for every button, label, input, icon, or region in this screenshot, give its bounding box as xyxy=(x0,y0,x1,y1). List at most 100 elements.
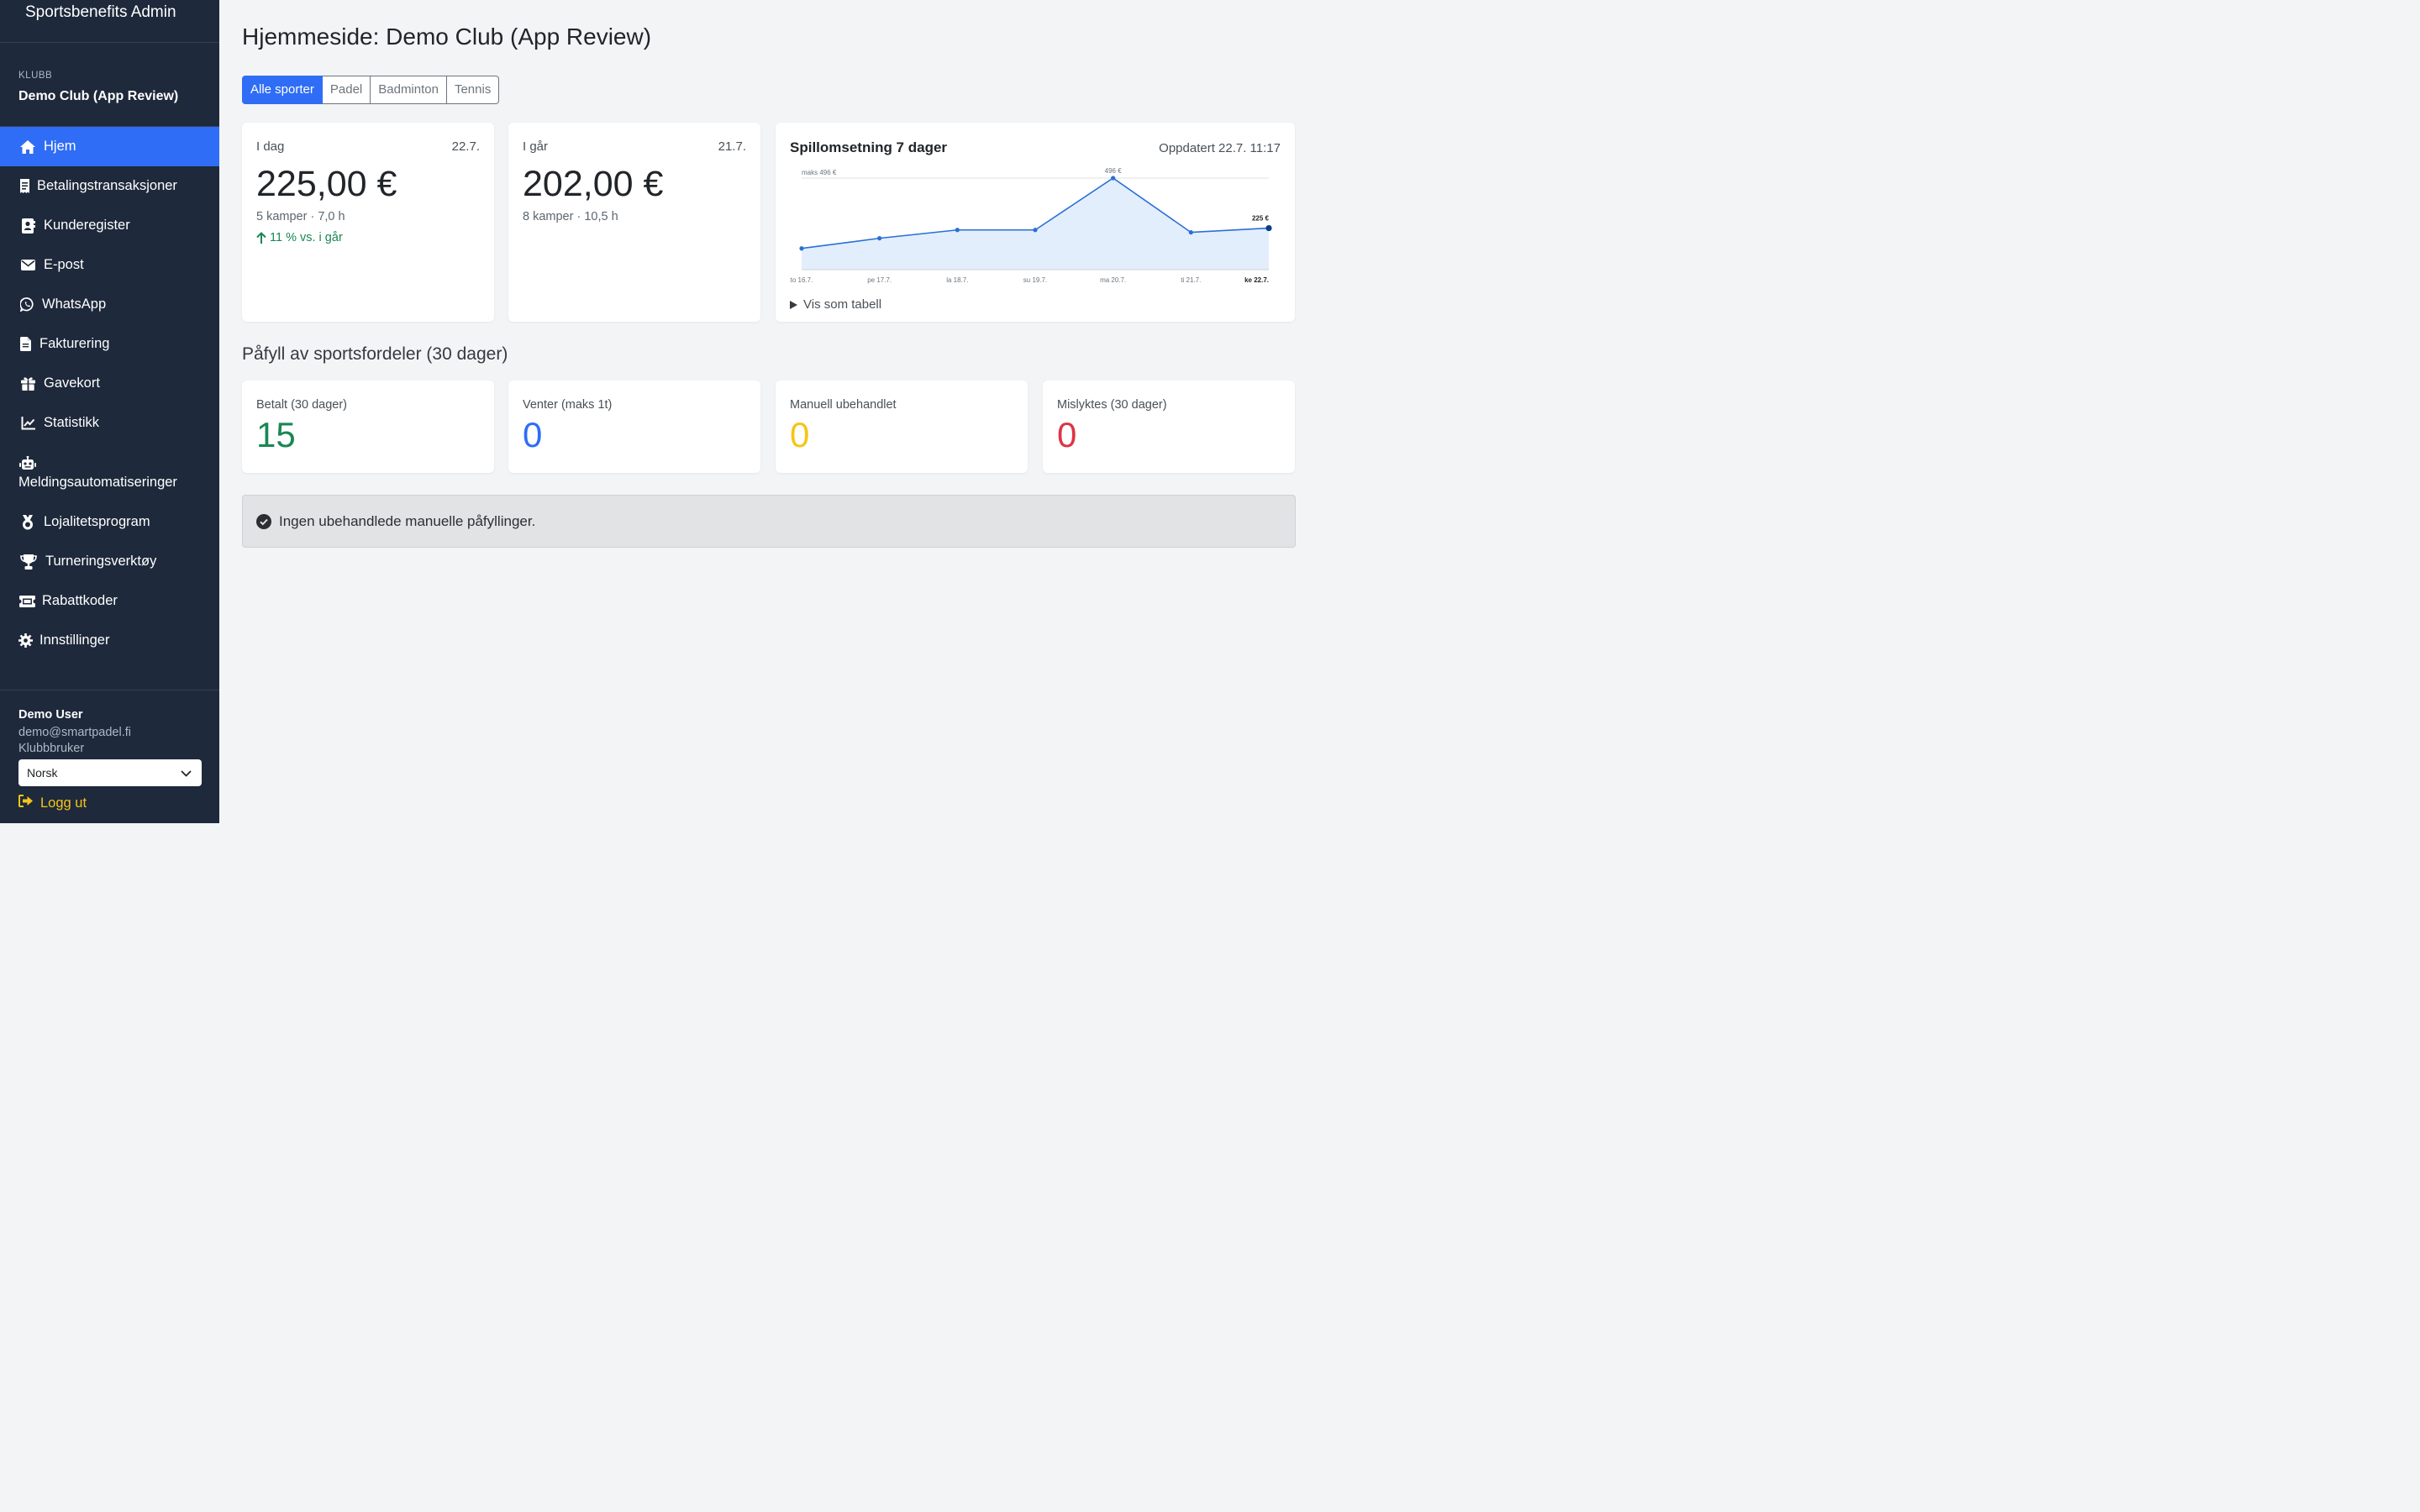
sidebar-item-hjem[interactable]: Hjem xyxy=(0,127,219,166)
stat-label: Venter (maks 1t) xyxy=(523,398,613,412)
sidebar-item-label: Fakturering xyxy=(39,336,110,351)
data-point xyxy=(955,228,960,233)
arrow-up-icon xyxy=(256,232,266,244)
x-tick-label: pe 17.7. xyxy=(867,276,892,284)
club-label: KLUBB xyxy=(18,71,53,81)
revenue-chart: maks 496 € to 16.7. pe 17.7. la 18.7. su 19.… xyxy=(791,167,1272,284)
whatsapp-icon xyxy=(18,297,35,313)
sidebar-item-label: Gavekort xyxy=(44,375,100,391)
stat-value: 0 xyxy=(790,415,810,454)
gear-icon xyxy=(18,633,33,649)
today-date: 22.7. xyxy=(451,139,480,154)
data-point xyxy=(1188,230,1193,235)
status-alert: Ingen ubehandlede manuelle påfyllinger. xyxy=(242,495,1296,548)
tab-padel[interactable]: Padel xyxy=(322,76,371,104)
sidebar-item-label: WhatsApp xyxy=(42,297,107,312)
sidebar-item-label: Hjem xyxy=(44,139,76,154)
stat-value: 15 xyxy=(256,415,296,454)
chevron-down-icon xyxy=(181,766,192,780)
sidebar-item-label: Kunderegister xyxy=(44,218,130,233)
gift-icon xyxy=(18,375,37,392)
sidebar-item-betalingstransaksjoner[interactable]: Betalingstransaksjoner xyxy=(0,166,219,206)
refill-section-title: Påfyll av sportsfordeler (30 dager) xyxy=(242,344,508,364)
stat-card-failed: Mislyktes (30 dager) 0 xyxy=(1043,381,1295,473)
sidebar-item-gavekort[interactable]: Gavekort xyxy=(0,364,219,403)
logout-icon xyxy=(18,795,34,811)
stat-label: Mislyktes (30 dager) xyxy=(1057,398,1167,412)
stat-label: Manuell ubehandlet xyxy=(790,398,897,412)
x-tick-label: la 18.7. xyxy=(946,276,968,284)
tab-tennis[interactable]: Tennis xyxy=(446,76,500,104)
sidebar-item-label: Lojalitetsprogram xyxy=(44,514,150,529)
tab-badminton[interactable]: Badminton xyxy=(371,76,447,104)
today-label: I dag xyxy=(256,139,285,154)
sidebar-item-label: Statistikk xyxy=(44,415,100,430)
today-amount: 225,00 € xyxy=(256,164,397,204)
x-tick-label: ma 20.7. xyxy=(1100,276,1126,284)
contact-book-icon xyxy=(18,218,37,234)
data-point xyxy=(1265,224,1272,232)
club-name: Demo Club (App Review) xyxy=(18,89,179,103)
language-select[interactable]: Norsk xyxy=(18,759,202,786)
today-card: I dag 22.7. 225,00 € 5 kamper · 7,0 h 11… xyxy=(242,123,494,322)
sidebar-item-lojalitetsprogram[interactable]: Lojalitetsprogram xyxy=(0,502,219,542)
yesterday-label: I går xyxy=(523,139,549,154)
sidebar-item-e-post[interactable]: E-post xyxy=(0,245,219,285)
series-area xyxy=(802,178,1269,270)
stat-label: Betalt (30 dager) xyxy=(256,398,348,412)
check-circle-icon xyxy=(256,513,271,529)
language-select-value: Norsk xyxy=(27,766,58,780)
envelope-icon xyxy=(18,257,37,274)
x-tick-label: ti 21.7. xyxy=(1181,276,1201,284)
today-delta: 11 % vs. i går xyxy=(256,231,480,244)
yesterday-summary: 8 kamper · 10,5 h xyxy=(523,210,618,223)
sidebar-item-label: Rabattkoder xyxy=(42,593,118,608)
show-as-table-label: Vis som tabell xyxy=(803,297,882,312)
caret-right-icon xyxy=(790,300,797,309)
sidebar-item-innstillinger[interactable]: Innstillinger xyxy=(0,621,219,660)
stat-card-manual-unhandled: Manuell ubehandlet 0 xyxy=(776,381,1028,473)
sidebar-item-kunderegister[interactable]: Kunderegister xyxy=(0,206,219,245)
sidebar-item-turneringsverktoy[interactable]: Turneringsverktøy xyxy=(0,542,219,581)
receipt-icon xyxy=(18,178,30,195)
data-point xyxy=(1111,176,1116,181)
user-email: demo@smartpadel.fi xyxy=(18,726,131,739)
sidebar-item-label: Meldingsautomatiseringer xyxy=(18,475,177,490)
show-as-table-toggle[interactable]: Vis som tabell xyxy=(790,297,881,312)
sidebar-item-fakturering[interactable]: Fakturering xyxy=(0,324,219,364)
line-chart-icon xyxy=(18,415,37,432)
sidebar-item-whatsapp[interactable]: WhatsApp xyxy=(0,285,219,324)
user-name: Demo User xyxy=(18,708,83,722)
tab-alle-sporter[interactable]: Alle sporter xyxy=(242,76,323,104)
sidebar-item-label: Betalingstransaksjoner xyxy=(37,178,177,193)
sidebar-item-label: E-post xyxy=(44,257,84,272)
yesterday-card: I går 21.7. 202,00 € 8 kamper · 10,5 h xyxy=(508,123,760,322)
revenue-chart-card: Spillomsetning 7 dager Oppdatert 22.7. 1… xyxy=(776,123,1295,322)
x-tick-label: ke 22.7. xyxy=(1244,276,1269,284)
ticket-icon xyxy=(18,593,35,610)
sport-tabs: Alle sporter Padel Badminton Tennis xyxy=(242,76,500,104)
stat-value: 0 xyxy=(1057,415,1077,454)
robot-icon xyxy=(18,454,37,471)
page-title: Hjemmeside: Demo Club (App Review) xyxy=(242,24,652,50)
sidebar-item-rabattkoder[interactable]: Rabattkoder xyxy=(0,581,219,621)
sidebar-nav: Hjem Betalingstransaksjoner Kunderegiste… xyxy=(0,127,219,660)
stat-value: 0 xyxy=(523,415,543,454)
status-alert-text: Ingen ubehandlede manuelle påfyllinger. xyxy=(279,512,536,529)
sidebar-item-meldingsautomatiseringer[interactable]: Meldingsautomatiseringer xyxy=(0,443,219,502)
today-delta-text: 11 % vs. i går xyxy=(270,231,343,244)
logout-button[interactable]: Logg ut xyxy=(18,795,201,811)
data-point xyxy=(877,236,882,241)
yesterday-date: 21.7. xyxy=(718,139,746,154)
sidebar-item-label: Turneringsverktøy xyxy=(45,554,157,569)
last-data-label: 225 € xyxy=(1252,215,1270,223)
invoice-icon xyxy=(18,336,33,353)
app-title: Sportsbenefits Admin xyxy=(0,0,219,43)
chart-title: Spillomsetning 7 dager xyxy=(790,139,948,155)
home-icon xyxy=(18,139,37,155)
peak-data-label: 496 € xyxy=(1105,167,1123,175)
sidebar-item-label: Innstillinger xyxy=(39,633,110,648)
club-block: KLUBB Demo Club (App Review) xyxy=(0,43,219,127)
x-tick-label: su 19.7. xyxy=(1023,276,1047,284)
sidebar-item-statistikk[interactable]: Statistikk xyxy=(0,403,219,443)
